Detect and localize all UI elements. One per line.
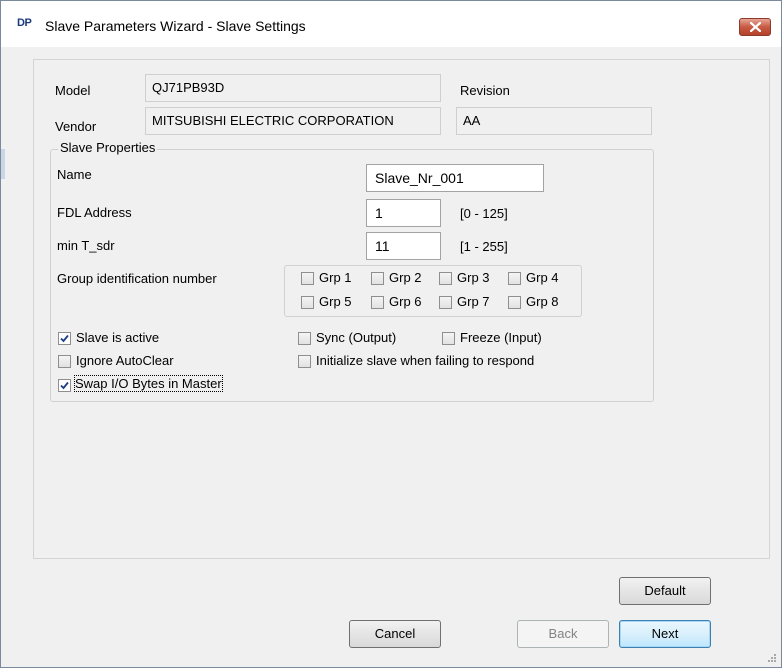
default-button[interactable]: Default <box>619 577 711 605</box>
grp-1-checkbox[interactable] <box>301 272 314 285</box>
slave-properties-title: Slave Properties <box>58 140 158 155</box>
name-input[interactable]: Slave_Nr_001 <box>366 164 544 192</box>
app-icon: DP <box>17 17 32 29</box>
title-bar[interactable]: DP Slave Parameters Wizard - Slave Setti… <box>1 1 781 47</box>
grp-3-label: Grp 3 <box>457 270 490 285</box>
model-label: Model <box>55 83 91 98</box>
back-button[interactable]: Back <box>517 620 609 648</box>
grp-7-label: Grp 7 <box>457 294 490 309</box>
model-field: QJ71PB93D <box>145 74 441 102</box>
resize-grip-icon[interactable] <box>767 653 777 663</box>
revision-field: AA <box>456 107 652 135</box>
min-tsdr-input[interactable]: 11 <box>366 232 441 260</box>
checkmark-icon <box>60 381 69 390</box>
ignore-autoclear-label: Ignore AutoClear <box>76 353 174 368</box>
sync-output-checkbox[interactable] <box>298 332 311 345</box>
grp-5-checkbox[interactable] <box>301 296 314 309</box>
initialize-slave-label: Initialize slave when failing to respond <box>316 353 535 368</box>
slave-active-checkbox[interactable] <box>58 332 71 345</box>
vendor-label: Vendor <box>55 119 97 134</box>
ignore-autoclear-checkbox[interactable] <box>58 355 71 368</box>
min-tsdr-range: [1 - 255] <box>460 239 508 254</box>
close-button[interactable] <box>739 18 771 36</box>
grp-6-checkbox[interactable] <box>371 296 384 309</box>
swap-io-label: Swap I/O Bytes in Master <box>74 375 223 392</box>
fdl-address-input[interactable]: 1 <box>366 199 441 227</box>
grp-3-checkbox[interactable] <box>439 272 452 285</box>
initialize-slave-checkbox[interactable] <box>298 355 311 368</box>
grp-2-label: Grp 2 <box>389 270 422 285</box>
freeze-input-label: Freeze (Input) <box>460 330 542 345</box>
next-button[interactable]: Next <box>619 620 711 648</box>
grp-4-checkbox[interactable] <box>508 272 521 285</box>
vendor-field: MITSUBISHI ELECTRIC CORPORATION <box>145 107 441 135</box>
sync-output-label: Sync (Output) <box>316 330 397 345</box>
revision-label: Revision <box>460 83 510 98</box>
slave-active-label: Slave is active <box>76 330 160 345</box>
min-tsdr-label: min T_sdr <box>57 238 115 253</box>
checkmark-icon <box>60 334 69 343</box>
grp-7-checkbox[interactable] <box>439 296 452 309</box>
close-icon <box>750 22 761 32</box>
grp-8-checkbox[interactable] <box>508 296 521 309</box>
swap-io-checkbox[interactable] <box>58 379 71 392</box>
group-id-label: Group identification number <box>57 271 217 286</box>
wizard-window: DP Slave Parameters Wizard - Slave Setti… <box>0 0 782 668</box>
grp-5-label: Grp 5 <box>319 294 352 309</box>
window-edge-accent <box>1 149 5 179</box>
grp-1-label: Grp 1 <box>319 270 352 285</box>
fdl-address-label: FDL Address <box>57 205 132 220</box>
grp-6-label: Grp 6 <box>389 294 422 309</box>
fdl-address-range: [0 - 125] <box>460 206 508 221</box>
name-label: Name <box>57 167 92 182</box>
freeze-input-checkbox[interactable] <box>442 332 455 345</box>
grp-4-label: Grp 4 <box>526 270 559 285</box>
window-title: Slave Parameters Wizard - Slave Settings <box>45 18 306 34</box>
cancel-button[interactable]: Cancel <box>349 620 441 648</box>
grp-8-label: Grp 8 <box>526 294 559 309</box>
grp-2-checkbox[interactable] <box>371 272 384 285</box>
